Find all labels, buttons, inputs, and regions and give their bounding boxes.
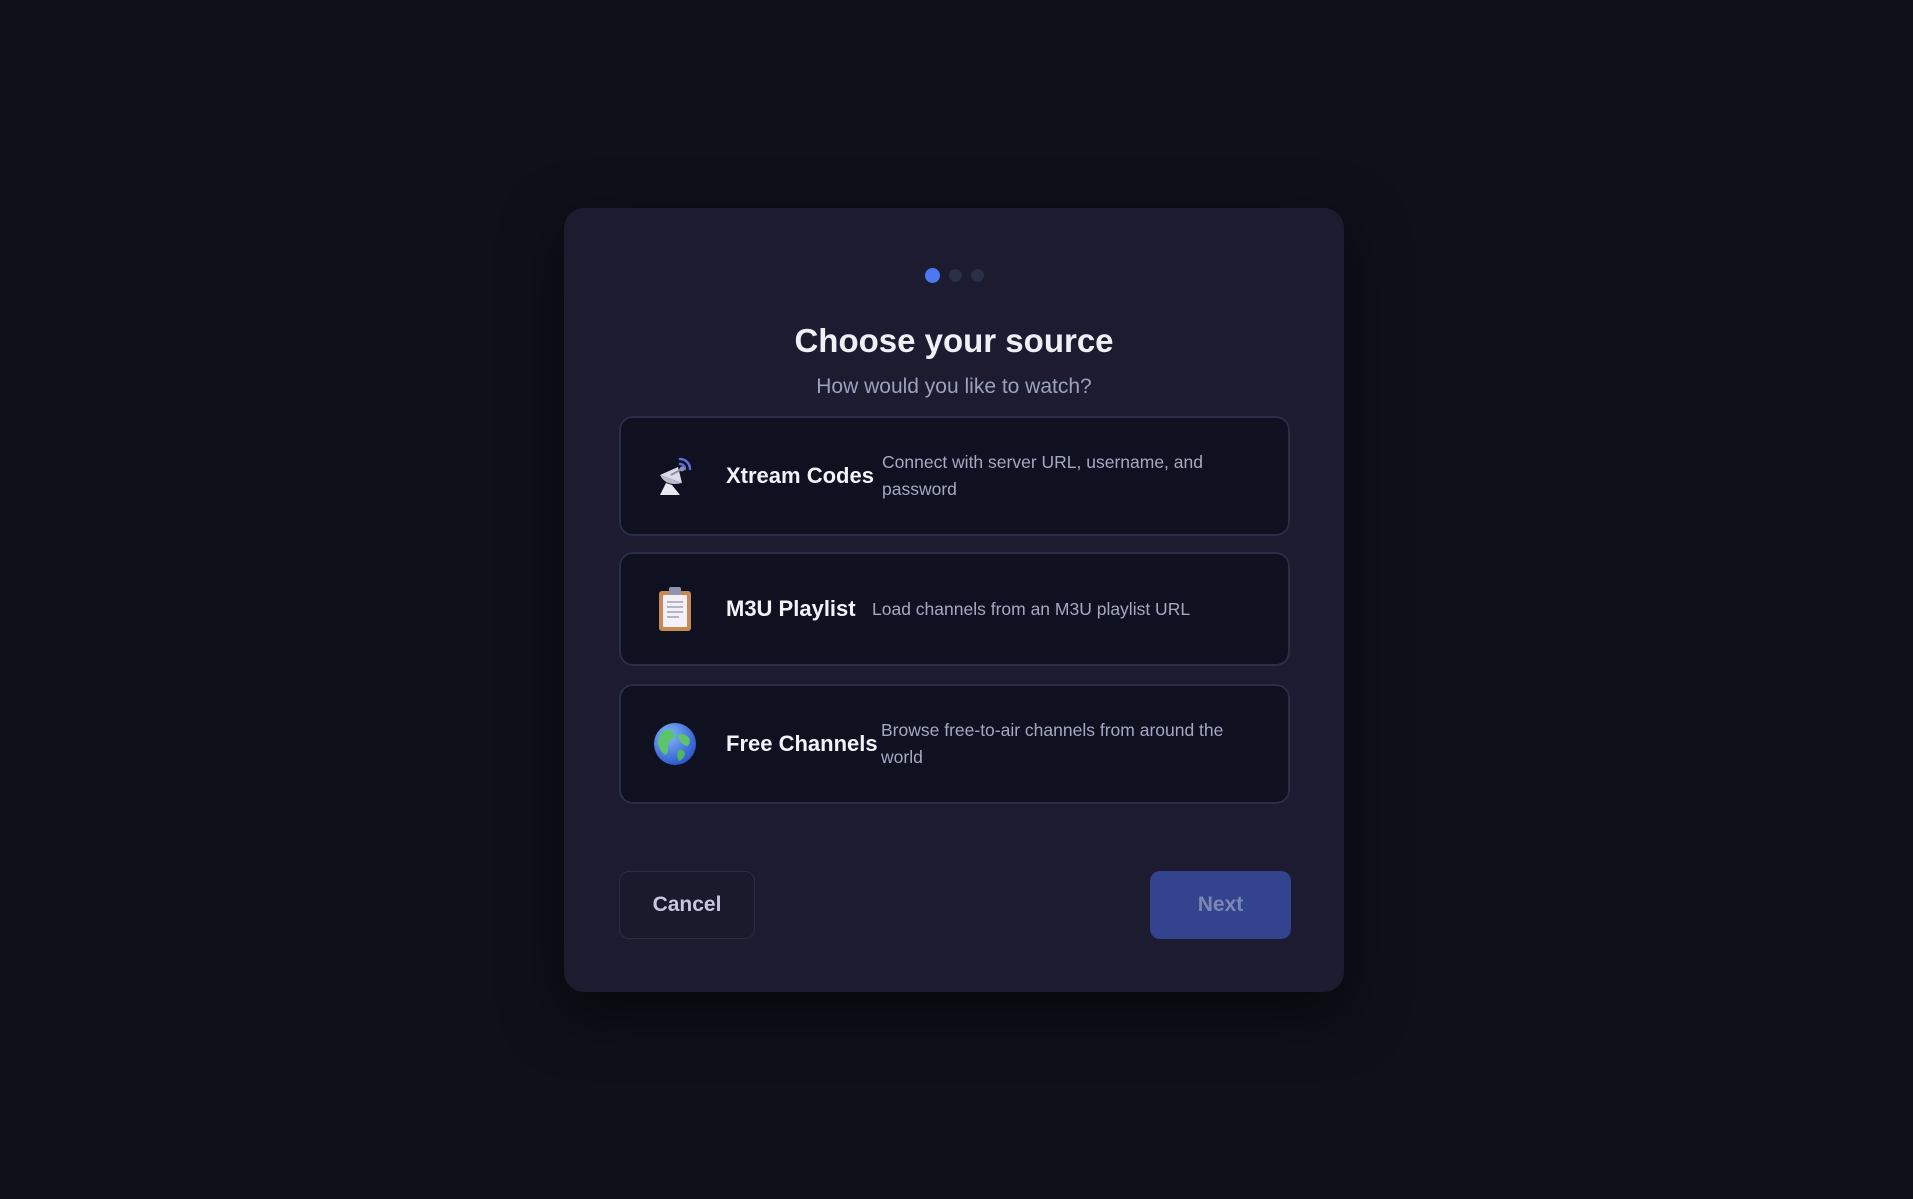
source-setup-dialog: Choose your source How would you like to…	[564, 208, 1344, 992]
satellite-dish-icon	[651, 452, 699, 500]
option-description: Connect with server URL, username, and p…	[882, 452, 1203, 499]
dialog-title: Choose your source	[794, 322, 1114, 359]
option-name: Free Channels	[726, 731, 878, 756]
option-name: M3U Playlist	[726, 596, 856, 621]
source-option-xtream-codes[interactable]: Xtream Codes Connect with server URL, us…	[619, 416, 1290, 536]
step-dot-2	[948, 269, 962, 282]
option-name: Xtream Codes	[726, 463, 874, 488]
dialog-subtitle: How would you like to watch?	[816, 375, 1092, 398]
source-option-m3u-playlist[interactable]: M3U Playlist Load channels from an M3U p…	[619, 552, 1290, 666]
cancel-button[interactable]: Cancel	[619, 871, 755, 939]
source-option-free-channels[interactable]: Free Channels Browse free-to-air channel…	[619, 684, 1290, 804]
step-indicator	[564, 268, 1344, 283]
step-dot-3	[970, 269, 984, 282]
option-description: Load channels from an M3U playlist URL	[872, 598, 1191, 619]
step-dot-1-active	[924, 268, 940, 283]
globe-icon	[651, 720, 699, 768]
next-button[interactable]: Next	[1150, 871, 1291, 939]
clipboard-icon	[651, 585, 699, 633]
option-description: Browse free-to-air channels from around …	[881, 720, 1224, 767]
